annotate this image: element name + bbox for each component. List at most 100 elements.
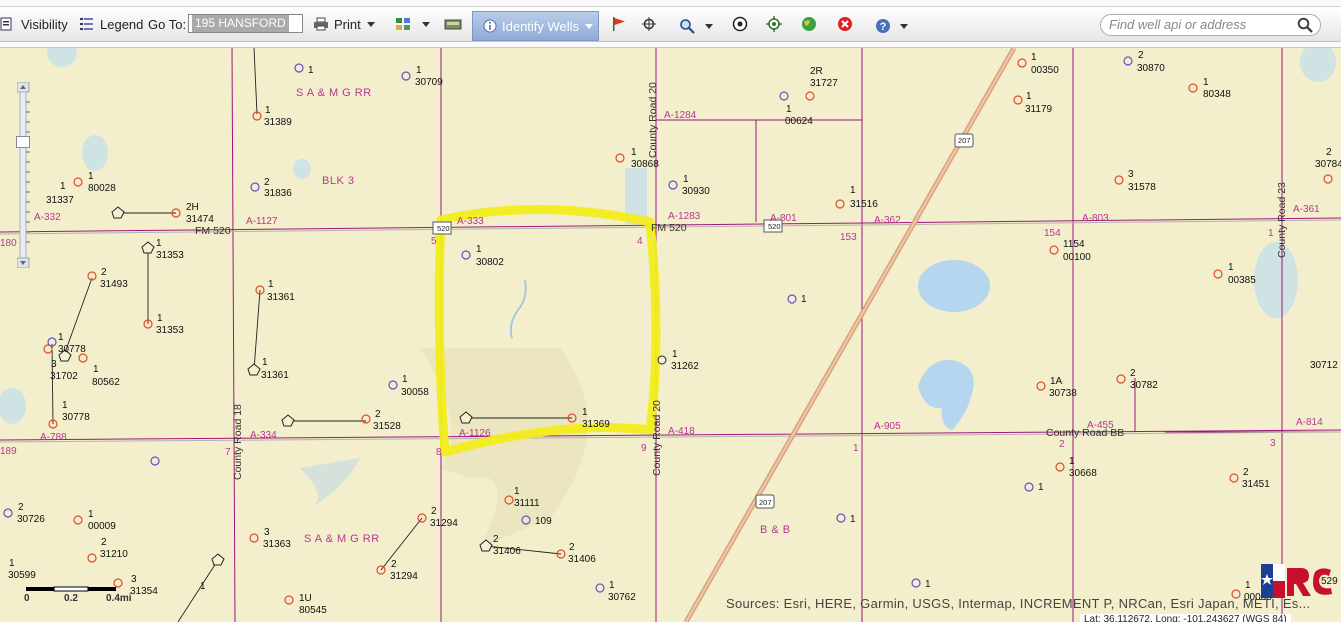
well-api: 31294 bbox=[430, 518, 458, 529]
map-layer-icon[interactable] bbox=[444, 16, 462, 32]
search-icon[interactable] bbox=[1297, 17, 1313, 33]
well-api: 31474 bbox=[186, 214, 214, 225]
well-api: 30868 bbox=[631, 159, 659, 170]
well-api: 31294 bbox=[390, 571, 418, 582]
goto-label: Go To: bbox=[148, 16, 187, 32]
basemap-button[interactable] bbox=[395, 11, 430, 37]
well-number: 1 bbox=[925, 579, 931, 590]
abstract-label: A-418 bbox=[668, 426, 695, 437]
well-api: 31262 bbox=[671, 361, 699, 372]
well-api: 31406 bbox=[493, 546, 521, 557]
locate-icon[interactable] bbox=[766, 16, 782, 32]
well-number: 1 bbox=[582, 407, 588, 418]
well-number: 2 bbox=[1138, 50, 1144, 61]
visibility-icon bbox=[0, 17, 12, 31]
visibility-label: Visibility bbox=[21, 16, 68, 32]
well-api: 31363 bbox=[263, 539, 291, 550]
section-number: 153 bbox=[840, 232, 857, 243]
shield-label: 520 bbox=[437, 224, 450, 233]
well-api: 31389 bbox=[264, 117, 292, 128]
well-api: 30726 bbox=[17, 514, 45, 525]
well-number: 1 bbox=[157, 313, 163, 324]
well-api: 80562 bbox=[92, 377, 120, 388]
well-number: 2 bbox=[1130, 368, 1136, 379]
well-api: 31451 bbox=[1242, 479, 1270, 490]
svg-text:?: ? bbox=[880, 21, 887, 33]
print-button[interactable]: Print bbox=[313, 11, 375, 37]
zoom-slider[interactable] bbox=[16, 82, 30, 268]
map-canvas[interactable]: 520 520 207 207 FM 520 FM 520 County Roa… bbox=[0, 48, 1341, 622]
well-api: 30599 bbox=[8, 570, 36, 581]
well-number: 2 bbox=[264, 177, 270, 188]
well-api: 31528 bbox=[373, 421, 401, 432]
abstract-label: A-332 bbox=[34, 212, 61, 223]
well-api: 30738 bbox=[1049, 388, 1077, 399]
section-number: 154 bbox=[1044, 228, 1061, 239]
abstract-label: A-333 bbox=[457, 216, 484, 227]
crosshair-icon[interactable] bbox=[641, 16, 657, 32]
well-number: 1154 bbox=[1063, 239, 1085, 250]
well-number: 1 bbox=[1203, 77, 1209, 88]
toolbar: Visibility Legend Go To: 195 HANSFORD Pr… bbox=[0, 0, 1341, 48]
chevron-down-icon bbox=[585, 23, 594, 29]
help-button[interactable]: ? bbox=[875, 13, 908, 39]
well-number: 2 bbox=[569, 542, 575, 553]
section-number: 1 bbox=[1268, 228, 1274, 239]
globe-icon[interactable] bbox=[801, 16, 817, 32]
search-placeholder: Find well api or address bbox=[1109, 17, 1247, 32]
shield-label: 207 bbox=[759, 498, 772, 507]
identify-wells-button[interactable]: Identify Wells bbox=[472, 11, 599, 41]
well-api: 31361 bbox=[267, 292, 295, 303]
well-number: 1 bbox=[416, 65, 422, 76]
well-number: 3 bbox=[264, 527, 270, 538]
zoom-tool-button[interactable] bbox=[679, 13, 713, 39]
road-label: County Road 23 bbox=[1276, 182, 1288, 258]
well-api: 31836 bbox=[264, 188, 292, 199]
well-api: 00100 bbox=[1063, 252, 1091, 263]
well-number: 1 bbox=[60, 181, 66, 192]
zoom-slider-handle[interactable] bbox=[16, 136, 30, 148]
well-number: 2 bbox=[1243, 467, 1249, 478]
visibility-button[interactable]: Visibility bbox=[0, 11, 68, 37]
survey-area-label: BLK 3 bbox=[322, 175, 354, 187]
road-label: FM 520 bbox=[195, 225, 231, 237]
well-number: 1 bbox=[62, 400, 68, 411]
search-input[interactable]: Find well api or address bbox=[1100, 14, 1321, 36]
well-api: 30930 bbox=[682, 186, 710, 197]
well-api: 31353 bbox=[156, 250, 184, 261]
well-number: 1 bbox=[1026, 91, 1032, 102]
flag-icon[interactable] bbox=[611, 16, 627, 32]
clear-icon[interactable] bbox=[837, 16, 853, 32]
well-api: 31179 bbox=[1025, 104, 1053, 115]
well-number: 1 bbox=[308, 65, 314, 76]
well-api: 30058 bbox=[401, 387, 429, 398]
well-number: 1 bbox=[609, 580, 615, 591]
well-number: 1 bbox=[1245, 580, 1251, 591]
well-number: 1U bbox=[299, 593, 312, 604]
legend-label: Legend bbox=[100, 16, 144, 32]
well-number: 2 bbox=[101, 537, 107, 548]
full-extent-icon[interactable] bbox=[732, 16, 748, 32]
section-number: 4 bbox=[637, 236, 643, 247]
well-number: 1 bbox=[268, 279, 274, 290]
goto-input[interactable]: 195 HANSFORD bbox=[188, 14, 303, 33]
chevron-down-icon bbox=[366, 21, 375, 27]
abstract-label: A-905 bbox=[874, 421, 901, 432]
well-number: 1 bbox=[1038, 482, 1044, 493]
well-api: 00624 bbox=[785, 116, 813, 127]
basemap-grid-icon bbox=[396, 18, 410, 30]
well-api: 80348 bbox=[1203, 89, 1231, 100]
well-number: 2H bbox=[186, 202, 199, 213]
section-number: 3 bbox=[1270, 438, 1276, 449]
well-number: 1 bbox=[786, 104, 792, 115]
legend-button[interactable]: Legend bbox=[79, 11, 143, 37]
section-number: 180 bbox=[0, 238, 17, 249]
well-number: 1 bbox=[631, 147, 637, 158]
well-api: 00350 bbox=[1031, 65, 1059, 76]
well-api: 30870 bbox=[1137, 63, 1165, 74]
help-icon: ? bbox=[876, 19, 890, 33]
abstract-label: A-362 bbox=[874, 215, 901, 226]
well-number: 2 bbox=[391, 559, 397, 570]
section-number: 189 bbox=[0, 446, 17, 457]
abstract-label: A-1127 bbox=[246, 216, 278, 227]
